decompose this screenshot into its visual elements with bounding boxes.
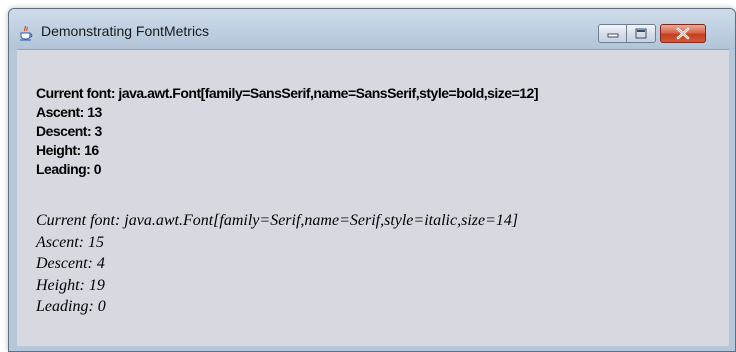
serif-descent: Descent: 4 <box>36 255 105 272</box>
maximize-button[interactable] <box>627 24 656 43</box>
close-button[interactable] <box>660 24 706 43</box>
title-bar[interactable]: Demonstrating FontMetrics <box>9 9 735 49</box>
sansserif-metrics: Current font: java.awt.Font[family=SansS… <box>36 84 539 179</box>
serif-current-font: Current font: java.awt.Font[family=Serif… <box>36 212 519 229</box>
java-icon[interactable] <box>18 25 34 41</box>
sans-height: Height: 16 <box>36 142 99 158</box>
maximize-icon <box>635 28 647 39</box>
close-icon <box>676 27 690 40</box>
app-window: Demonstrating FontMetrics Current font: … <box>8 8 736 352</box>
window-title: Demonstrating FontMetrics <box>41 23 210 39</box>
serif-ascent: Ascent: 15 <box>36 233 104 251</box>
serif-metrics: Current font: java.awt.Font[family=Serif… <box>36 210 518 318</box>
sans-ascent: Ascent: 13 <box>36 104 102 120</box>
sans-current-font: Current font: java.awt.Font[family=SansS… <box>36 85 539 101</box>
minimize-button[interactable] <box>598 24 627 43</box>
content-panel: Current font: java.awt.Font[family=SansS… <box>17 49 729 346</box>
serif-height: Height: 19 <box>36 276 105 294</box>
minimize-icon <box>607 33 619 38</box>
sans-leading: Leading: 0 <box>36 161 102 177</box>
sans-descent: Descent: 3 <box>36 123 102 139</box>
serif-leading: Leading: 0 <box>36 298 106 315</box>
